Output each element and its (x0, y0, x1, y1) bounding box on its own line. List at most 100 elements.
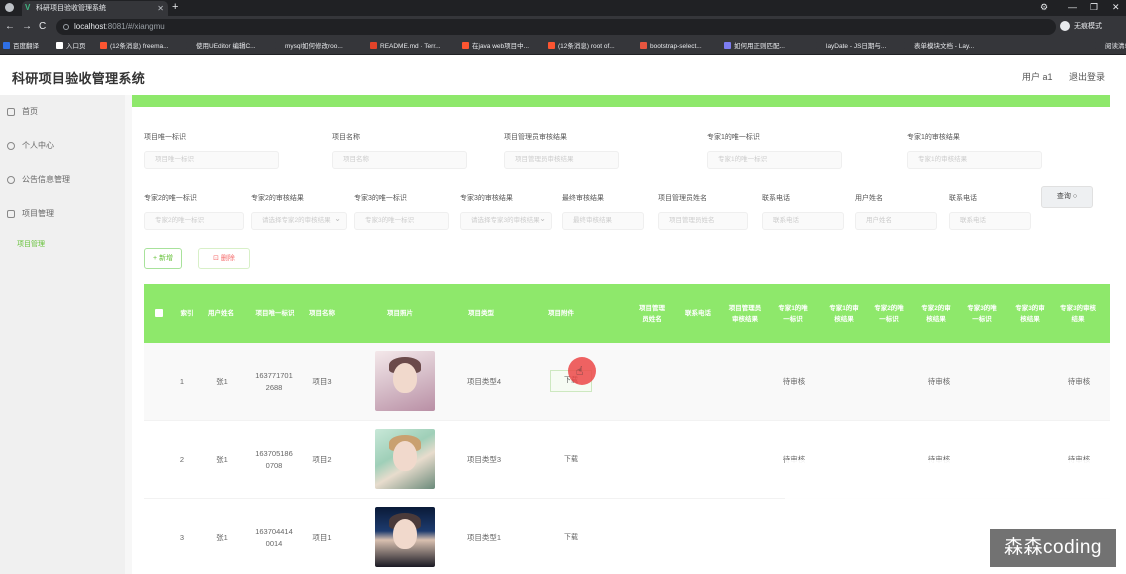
bookmark-item[interactable]: 使用UEditor 编辑C... (186, 38, 256, 55)
sidebar-subitem-project-management[interactable]: 项目管理 (17, 239, 45, 249)
filter-label: 专家1的唯一标识 (707, 134, 760, 141)
filter-expert3-review-select[interactable]: 请选择专家3的审核结果 (460, 212, 552, 230)
cell-project-id: 1637044140014 (255, 527, 293, 548)
incognito-icon (1060, 21, 1070, 32)
filter-label: 最终审核结果 (562, 195, 604, 202)
filter-admin-phone-input[interactable]: 联系电话 (762, 212, 844, 230)
query-label: 查询 (1056, 193, 1071, 200)
bookmark-item[interactable]: (12条消息) freema... (100, 38, 169, 55)
bookmark-icon (548, 42, 555, 49)
back-icon[interactable]: ← (5, 20, 15, 34)
cell-user: 张1 (216, 377, 228, 386)
bookmark-item[interactable]: 百度翻译 (3, 38, 39, 55)
browser-menu-icon[interactable] (5, 3, 14, 12)
project-photo (375, 429, 435, 489)
overlay-fade (785, 460, 1126, 530)
delete-button[interactable]: ⊡ 删除 (198, 248, 250, 269)
project-photo (375, 351, 435, 411)
column-header: 专家2的唯一标识 (874, 304, 904, 323)
browser-tabbar: V 科研项目验收管理系统 ✕ + ⚙ — ❐ ✕ (0, 0, 1126, 16)
filter-expert3-id-input[interactable]: 专家3的唯一标识 (354, 212, 449, 230)
filter-final-review-input[interactable]: 最终审核结果 (562, 212, 644, 230)
bookmark-item[interactable]: README.md · Terr... (370, 38, 441, 55)
filter-label: 用户姓名 (855, 195, 883, 202)
bookmark-item[interactable]: mysql如何修改roo... (275, 38, 343, 55)
column-header: 项目类型 (468, 310, 494, 317)
sidebar-item-project-management[interactable]: 项目管理 (0, 197, 125, 231)
address-bar[interactable]: localhost:8081/#/xiangmu (56, 19, 1056, 35)
download-button[interactable]: 下载 (550, 421, 592, 499)
app-title: 科研项目验收管理系统 (12, 71, 146, 86)
column-header: 索引 (180, 310, 194, 317)
filter-user-phone-input[interactable]: 联系电话 (949, 212, 1031, 230)
cell-project-name: 项目1 (312, 533, 332, 542)
query-button[interactable]: 查询 ○ (1041, 186, 1093, 208)
bookmark-item[interactable]: 在java web项目中... (462, 38, 529, 55)
minimize-icon[interactable]: — (1068, 0, 1077, 15)
sidebar-item-personal-center[interactable]: 个人中心 (0, 129, 125, 163)
close-window-icon[interactable]: ✕ (1112, 0, 1120, 15)
new-tab-icon[interactable]: + (172, 0, 178, 15)
filter-project-name-input[interactable]: 项目名称 (332, 151, 467, 169)
bookmark-label: (12条消息) freema... (110, 43, 169, 50)
bookmark-item[interactable]: layDate - JS日期与... (816, 38, 886, 55)
column-header: 专家3的唯一标识 (967, 304, 997, 323)
filter-expert1-review-input[interactable]: 专家1的审核结果 (907, 151, 1042, 169)
forward-icon[interactable]: → (22, 20, 32, 34)
settings-icon[interactable]: ⚙ (1040, 0, 1048, 15)
filter-label: 专家1的审核结果 (907, 134, 960, 141)
select-all-checkbox[interactable] (155, 309, 163, 317)
filter-admin-name-input[interactable]: 项目管理员姓名 (658, 212, 748, 230)
cell-expert2-review: 待审核 (1067, 377, 1091, 386)
project-photo (375, 507, 435, 567)
column-header: 专家1的唯一标识 (778, 304, 808, 323)
add-button[interactable]: + 新增 (144, 248, 182, 269)
restore-icon[interactable]: ❐ (1090, 0, 1098, 15)
filter-label: 项目唯一标识 (144, 134, 186, 141)
bookmark-item[interactable]: (12条消息) root of... (548, 38, 615, 55)
column-header: 专家1的审核结果 (829, 304, 859, 323)
bookmark-item[interactable]: bootstrap-select... (640, 38, 702, 55)
filter-expert2-review-select[interactable]: 请选择专家2的审核结果 (251, 212, 347, 230)
filter-expert1-id-input[interactable]: 专家1的唯一标识 (707, 151, 842, 169)
bookmark-label: README.md · Terr... (380, 43, 441, 50)
bookmark-label: 阅读清单 (1105, 43, 1126, 50)
watermark: 森森coding (990, 529, 1116, 567)
bookmark-label: bootstrap-select... (650, 43, 702, 50)
cell-project-id: 1637051860708 (255, 449, 293, 470)
logout-link[interactable]: 退出登录 (1069, 70, 1105, 83)
table-row: 1 张1 1637717012688 项目3 项目类型4 下载 待审核 待审核 … (144, 343, 1110, 421)
bookmark-icon (186, 42, 193, 49)
column-header: 项目照片 (387, 310, 413, 317)
column-header: 项目唯一标识 (255, 310, 295, 317)
bookmark-icon (370, 42, 377, 49)
bookmark-item[interactable]: 如何用正则匹配... (724, 38, 785, 55)
filter-user-name-input[interactable]: 用户姓名 (855, 212, 937, 230)
bookmark-label: 入口页 (66, 43, 86, 50)
bookmark-item[interactable]: 入口页 (56, 38, 86, 55)
sidebar-item-label: 首页 (22, 107, 38, 116)
bookmark-item[interactable]: 表单模块文档 - Lay... (904, 38, 974, 55)
site-info-icon[interactable] (63, 24, 69, 30)
reload-icon[interactable]: C (39, 20, 46, 34)
filter-label: 专家2的审核结果 (251, 195, 304, 202)
bookmark-icon (275, 42, 282, 49)
cell-index: 2 (179, 455, 185, 464)
bookmark-icon (462, 42, 469, 49)
sidebar-item-label: 公告信息管理 (22, 175, 70, 184)
sidebar-item-notice-management[interactable]: 公告信息管理 (0, 163, 125, 197)
column-header: 项目管理员姓名 (639, 304, 665, 323)
browser-tab[interactable]: V 科研项目验收管理系统 ✕ (22, 1, 168, 16)
bookmark-item[interactable]: 阅读清单 (1095, 38, 1126, 55)
search-icon: ○ (1072, 193, 1078, 200)
filter-label: 项目管理员姓名 (658, 195, 707, 202)
close-tab-icon[interactable]: ✕ (157, 1, 164, 16)
download-button[interactable]: 下载 (550, 499, 592, 574)
sidebar-item-home[interactable]: 首页 (0, 95, 125, 129)
column-header: 项目管理员审核结果 (728, 304, 762, 323)
filter-expert2-id-input[interactable]: 专家2的唯一标识 (144, 212, 244, 230)
filter-admin-review-input[interactable]: 项目管理员审核结果 (504, 151, 619, 169)
bookmarks-bar: 百度翻译 入口页 (12条消息) freema... 使用UEditor 编辑C...… (0, 38, 1126, 55)
filter-project-id-input[interactable]: 项目唯一标识 (144, 151, 279, 169)
incognito-profile[interactable]: 无痕模式 (1060, 20, 1102, 34)
